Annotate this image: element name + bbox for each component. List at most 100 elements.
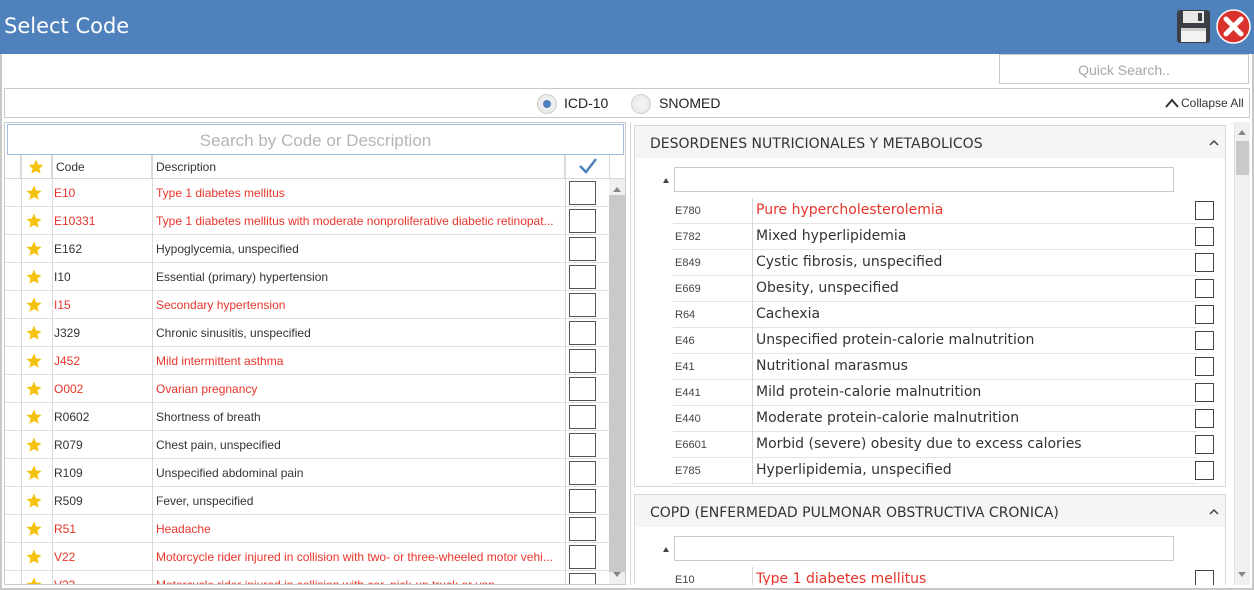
chevron-up-icon[interactable]: [1209, 138, 1219, 148]
right-scrollbar-thumb[interactable]: [1236, 141, 1249, 175]
row-checkbox[interactable]: [569, 461, 596, 485]
scroll-down-arrow[interactable]: [613, 572, 621, 577]
row-checkbox[interactable]: [569, 517, 596, 541]
list-item[interactable]: E41 Nutritional marasmus: [673, 354, 1214, 380]
group-header[interactable]: COPD (ENFERMEDAD PULMONAR OBSTRUCTIVA CR…: [635, 495, 1225, 527]
header-description[interactable]: Description: [152, 155, 565, 179]
star-icon[interactable]: [25, 492, 43, 510]
list-item[interactable]: E782 Mixed hyperlipidemia: [673, 224, 1214, 250]
list-item[interactable]: R64 Cachexia: [673, 302, 1214, 328]
star-icon[interactable]: [25, 576, 43, 585]
description-cell: Type 1 diabetes mellitus with moderate n…: [156, 214, 554, 228]
list-item[interactable]: E440 Moderate protein-calorie malnutritio…: [673, 406, 1214, 432]
row-checkbox[interactable]: [1195, 461, 1214, 480]
header-star-column[interactable]: [21, 155, 52, 179]
star-icon[interactable]: [25, 436, 43, 454]
row-checkbox[interactable]: [569, 237, 596, 261]
list-item[interactable]: E441 Mild protein-calorie malnutrition: [673, 380, 1214, 406]
scroll-down-arrow[interactable]: [1238, 572, 1246, 577]
left-scrollbar-thumb[interactable]: [609, 195, 625, 572]
table-row[interactable]: V22 Motorcycle rider injured in collision…: [5, 543, 610, 571]
row-checkbox[interactable]: [1195, 279, 1214, 298]
star-icon[interactable]: [25, 240, 43, 258]
table-row[interactable]: J452 Mild intermittent asthma: [5, 347, 610, 375]
star-icon[interactable]: [25, 352, 43, 370]
row-checkbox[interactable]: [1195, 253, 1214, 272]
row-checkbox[interactable]: [569, 573, 596, 584]
snomed-label[interactable]: SNOMED: [659, 95, 720, 111]
list-item[interactable]: E785 Hyperlipidemia, unspecified: [673, 458, 1214, 484]
row-checkbox[interactable]: [569, 321, 596, 345]
right-scrollbar[interactable]: [1234, 122, 1250, 585]
table-row[interactable]: R0602 Shortness of breath: [5, 403, 610, 431]
scroll-up-arrow[interactable]: [613, 187, 621, 192]
row-checkbox[interactable]: [569, 265, 596, 289]
code-search-input[interactable]: Search by Code or Description: [7, 124, 624, 155]
quick-search-input[interactable]: Quick Search..: [999, 54, 1249, 84]
list-item[interactable]: E780 Pure hypercholesterolemia: [673, 198, 1214, 224]
row-checkbox[interactable]: [1195, 435, 1214, 454]
group-filter-input[interactable]: [674, 536, 1174, 561]
table-row[interactable]: J329 Chronic sinusitis, unspecified: [5, 319, 610, 347]
table-row[interactable]: R109 Unspecified abdominal pain: [5, 459, 610, 487]
row-checkbox[interactable]: [569, 293, 596, 317]
snomed-radio[interactable]: [631, 94, 651, 114]
list-item[interactable]: E849 Cystic fibrosis, unspecified: [673, 250, 1214, 276]
star-icon[interactable]: [25, 380, 43, 398]
row-checkbox[interactable]: [1195, 201, 1214, 220]
collapse-all-button[interactable]: Collapse All: [1165, 96, 1244, 110]
row-checkbox[interactable]: [569, 489, 596, 513]
star-icon[interactable]: [25, 520, 43, 538]
table-row[interactable]: O002 Ovarian pregnancy: [5, 375, 610, 403]
table-row[interactable]: V23 Motorcycle rider injured in collision…: [5, 571, 610, 585]
group-header[interactable]: DESORDENES NUTRICIONALES Y METABOLICOS: [635, 126, 1225, 158]
filter-expand-icon[interactable]: [663, 547, 669, 552]
row-checkbox[interactable]: [569, 405, 596, 429]
filter-expand-icon[interactable]: [663, 178, 669, 183]
table-row[interactable]: I10 Essential (primary) hypertension: [5, 263, 610, 291]
row-checkbox[interactable]: [1195, 331, 1214, 350]
star-icon[interactable]: [25, 296, 43, 314]
icd10-radio[interactable]: [537, 94, 557, 114]
list-item[interactable]: E6601 Morbid (severe) obesity due to exce…: [673, 432, 1214, 458]
chevron-up-icon[interactable]: [1209, 507, 1219, 517]
list-item[interactable]: E46 Unspecified protein-calorie malnutrit…: [673, 328, 1214, 354]
row-checkbox[interactable]: [569, 433, 596, 457]
star-icon[interactable]: [25, 268, 43, 286]
icd10-label[interactable]: ICD-10: [564, 95, 608, 111]
header-check-column[interactable]: [565, 155, 610, 179]
description-cell: Hypoglycemia, unspecified: [156, 242, 299, 256]
row-checkbox[interactable]: [569, 349, 596, 373]
save-button[interactable]: [1176, 9, 1211, 44]
list-item[interactable]: E10 Type 1 diabetes mellitus: [673, 567, 1214, 585]
table-row[interactable]: R079 Chest pain, unspecified: [5, 431, 610, 459]
star-icon[interactable]: [25, 408, 43, 426]
code-cell: E669: [675, 283, 701, 295]
table-row[interactable]: E10 Type 1 diabetes mellitus: [5, 179, 610, 207]
row-checkbox[interactable]: [1195, 570, 1214, 585]
table-row[interactable]: E162 Hypoglycemia, unspecified: [5, 235, 610, 263]
scroll-up-arrow[interactable]: [1238, 130, 1246, 135]
row-checkbox[interactable]: [569, 181, 596, 205]
row-checkbox[interactable]: [569, 377, 596, 401]
star-icon[interactable]: [25, 464, 43, 482]
table-row[interactable]: R509 Fever, unspecified: [5, 487, 610, 515]
table-row[interactable]: R51 Headache: [5, 515, 610, 543]
star-icon[interactable]: [25, 548, 43, 566]
star-icon[interactable]: [25, 184, 43, 202]
row-checkbox[interactable]: [1195, 227, 1214, 246]
list-item[interactable]: E669 Obesity, unspecified: [673, 276, 1214, 302]
row-checkbox[interactable]: [569, 545, 596, 569]
star-icon[interactable]: [25, 324, 43, 342]
row-checkbox[interactable]: [569, 209, 596, 233]
group-filter-input[interactable]: [674, 167, 1174, 192]
row-checkbox[interactable]: [1195, 383, 1214, 402]
row-checkbox[interactable]: [1195, 357, 1214, 376]
star-icon[interactable]: [25, 212, 43, 230]
row-checkbox[interactable]: [1195, 409, 1214, 428]
row-checkbox[interactable]: [1195, 305, 1214, 324]
table-row[interactable]: I15 Secondary hypertension: [5, 291, 610, 319]
table-row[interactable]: E10331 Type 1 diabetes mellitus with mode…: [5, 207, 610, 235]
header-code[interactable]: Code: [52, 155, 152, 179]
close-button[interactable]: [1216, 9, 1251, 44]
